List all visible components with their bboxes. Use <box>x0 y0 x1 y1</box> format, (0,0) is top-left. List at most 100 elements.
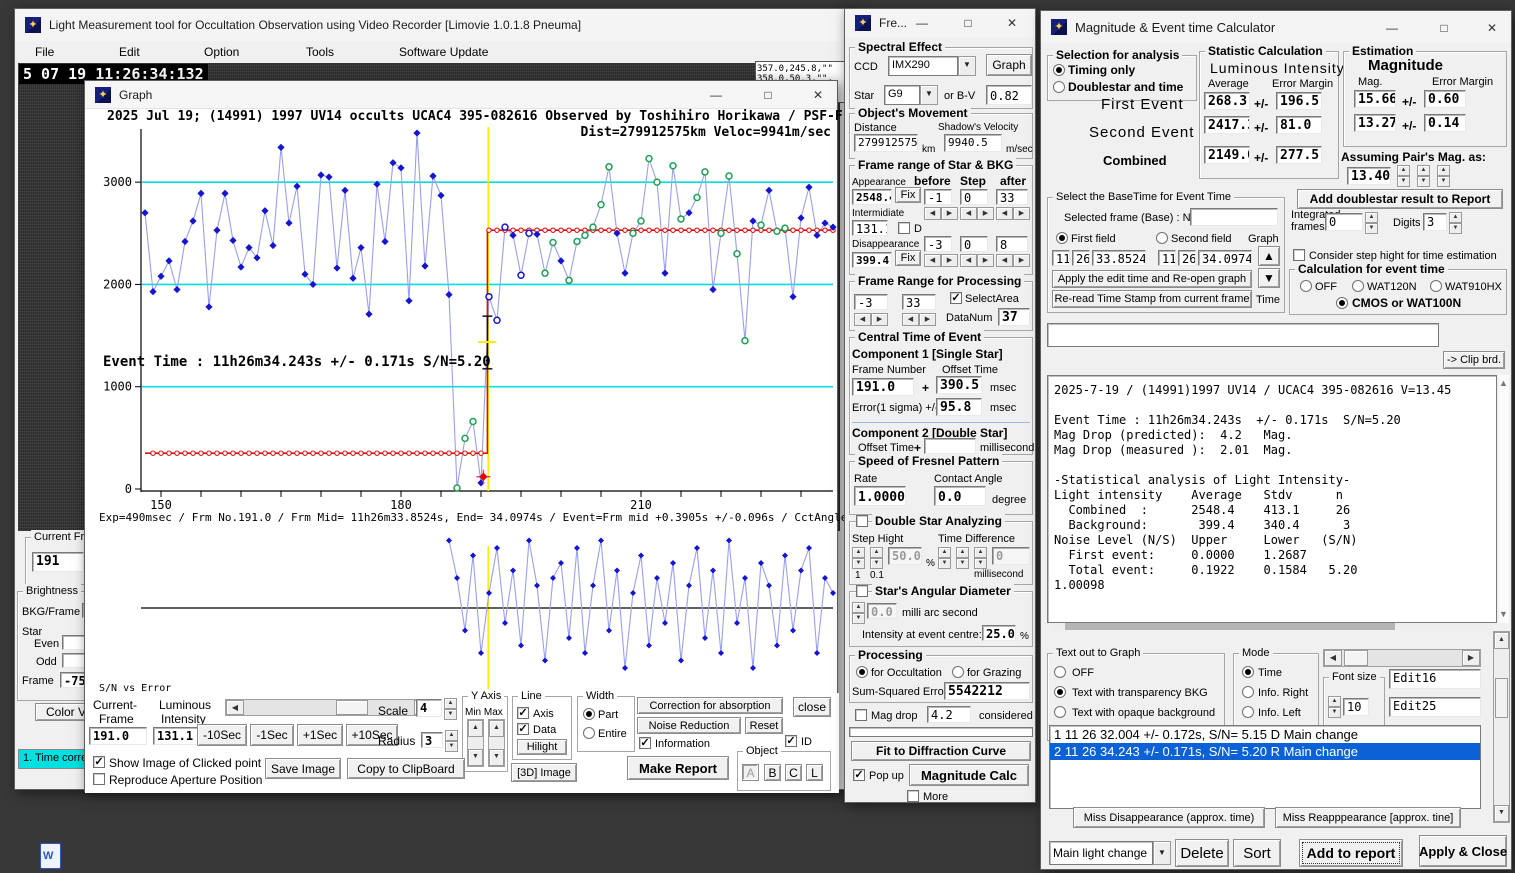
off-radio[interactable] <box>1300 280 1312 292</box>
document-icon[interactable]: W <box>40 843 61 869</box>
event-results-list[interactable]: 1 11 26 32.004 +/- 0.172s, S/N= 5.15 D M… <box>1049 725 1481 809</box>
assuming-pairs-field[interactable]: 13.40 <box>1347 167 1391 185</box>
fit-diffraction-button[interactable]: Fit to Diffraction Curve <box>851 741 1031 761</box>
mag1-field[interactable]: 15.66 <box>1354 90 1396 108</box>
down-arrow-icon[interactable]: ▼ <box>1499 610 1508 619</box>
add-to-report-button[interactable]: Add to report <box>1299 839 1403 867</box>
add-doublestar-button[interactable]: Add doublestar result to Report <box>1297 189 1503 209</box>
calculator-titlebar[interactable]: ✦ Magnitude & Event time Calculator — □ … <box>1041 11 1511 43</box>
rate-field[interactable]: 1.0000 <box>854 486 906 506</box>
offset-time-field[interactable]: 390.5 <box>936 376 982 394</box>
bv-field[interactable]: 0.82 <box>986 85 1032 105</box>
angular-diameter-checkbox[interactable] <box>856 585 868 597</box>
save-image-button[interactable]: Save Image <box>265 758 341 779</box>
reset-button[interactable]: Reset <box>745 717 783 734</box>
before-field[interactable]: -1 <box>924 189 952 205</box>
object-a-button[interactable]: A <box>742 764 759 781</box>
mag1-error-field[interactable]: 0.60 <box>1424 90 1466 108</box>
reproduce-aperture-checkbox[interactable] <box>93 773 105 785</box>
error-sigma-field[interactable]: 95.8 <box>936 398 982 416</box>
integrated-spinner[interactable]: ▲▼ <box>1365 212 1378 232</box>
step-hight-field[interactable]: 50.0 <box>888 547 922 565</box>
scroll-right-icon[interactable]: ▶ <box>1462 650 1480 666</box>
text-off-radio[interactable] <box>1054 666 1066 678</box>
step2-field[interactable]: 0 <box>960 236 988 252</box>
combined-average-field[interactable]: 2149.0 <box>1204 146 1250 164</box>
part-radio[interactable] <box>583 708 595 720</box>
double-star-checkbox[interactable] <box>856 515 868 527</box>
info-right-radio[interactable] <box>1242 686 1254 698</box>
axis-checkbox[interactable] <box>517 707 529 719</box>
minimize-icon[interactable]: — <box>1381 18 1403 38</box>
reread-timestamp-button[interactable]: Re-read Time Stamp from current frame <box>1052 290 1252 308</box>
chevron-down-icon[interactable]: ▼ <box>958 56 976 76</box>
miss-disappearance-button[interactable]: Miss Disappearance (approx. time) <box>1073 807 1265 828</box>
range-end-field[interactable]: 33 <box>902 294 936 310</box>
graph-up-button[interactable]: ▲ <box>1258 246 1280 266</box>
sort-button[interactable]: Sort <box>1233 839 1281 867</box>
object-l-button[interactable]: L <box>806 764 823 781</box>
step-spinner[interactable]: ◀▶ <box>960 207 994 220</box>
transparency-radio[interactable] <box>1054 686 1066 698</box>
minimize-icon[interactable]: — <box>911 13 933 33</box>
clip-board-button[interactable]: -> Clip brd. <box>1443 351 1505 369</box>
current-frame-main-field[interactable]: 191 <box>32 552 84 572</box>
before2-spinner[interactable]: ◀▶ <box>924 254 958 267</box>
opaque-radio[interactable] <box>1054 706 1066 718</box>
radius-spinner[interactable]: ▲▼ <box>445 730 458 750</box>
show-image-checkbox[interactable] <box>93 756 105 768</box>
down-arrow-icon[interactable]: ▼ <box>468 749 483 766</box>
offset-time2-field[interactable] <box>924 438 976 454</box>
menu-edit[interactable]: Edit <box>119 46 140 58</box>
ccd-combo[interactable]: IMX290▼ <box>888 56 976 76</box>
disappearance-fix-button[interactable]: Fix <box>895 250 921 266</box>
graph-titlebar[interactable]: ✦ Graph — □ ✕ <box>85 81 837 109</box>
ymin-scrollbar[interactable]: ▲ ▼ <box>467 719 484 767</box>
integrated-frames-field[interactable]: 0 <box>1325 213 1363 231</box>
time-diff-spinner2[interactable]: ▲▼ <box>956 547 969 567</box>
first-event-average-field[interactable]: 268.3 <box>1204 92 1250 110</box>
3d-image-button[interactable]: [3D] Image <box>511 763 577 782</box>
first-field-radio[interactable] <box>1056 232 1068 244</box>
scale-field[interactable]: 4 <box>416 699 442 717</box>
maximize-icon[interactable]: □ <box>757 85 779 105</box>
frame-number-field[interactable]: 191.0 <box>852 378 914 396</box>
miss-reappearance-button[interactable]: Miss Reapppearance [approx. tine] <box>1275 807 1461 828</box>
close-button[interactable]: close <box>793 697 831 717</box>
angular-spinner[interactable]: ▲▼ <box>852 602 865 622</box>
digits-spinner[interactable]: ▲▼ <box>1449 212 1462 232</box>
time2-ss[interactable]: 34.0974 <box>1198 250 1252 266</box>
spectral-graph-button[interactable]: Graph <box>986 54 1032 76</box>
light-change-combo[interactable]: Main light change▼ <box>1049 841 1171 865</box>
time-diff-field[interactable]: 0 <box>992 547 1030 565</box>
font-size-field[interactable]: 10 <box>1343 698 1369 716</box>
doublestar-time-radio[interactable] <box>1053 81 1065 93</box>
id-checkbox[interactable] <box>785 735 797 747</box>
angular-field[interactable]: 0.0 <box>867 603 897 619</box>
up-arrow-icon[interactable]: ▲ <box>1494 632 1509 649</box>
minus-10sec-button[interactable]: -10Sec <box>197 724 247 746</box>
radius-field[interactable]: 3 <box>421 732 443 748</box>
scale-spinner[interactable]: ▲▼ <box>444 698 457 718</box>
more-checkbox[interactable] <box>907 790 919 802</box>
appearance-field[interactable]: 2548.4 <box>852 189 892 205</box>
step-hight-spinner1[interactable]: ▲▼ <box>852 547 865 567</box>
second-event-average-field[interactable]: 2417.3 <box>1204 116 1250 134</box>
intermediate-field[interactable]: 131.1 <box>852 220 888 236</box>
digits-field[interactable]: 3 <box>1423 213 1447 231</box>
fresnel-titlebar[interactable]: ✦ Fre... — □ ✕ <box>845 9 1035 37</box>
make-report-button[interactable]: Make Report <box>627 756 729 780</box>
font-size-spinner[interactable]: ▲▼ <box>1328 696 1341 718</box>
star-type-combo[interactable]: G9▼ <box>884 85 938 105</box>
range-end-spinner[interactable]: ◀▶ <box>902 313 936 326</box>
main-titlebar[interactable]: ✦ Light Measurement tool for Occultation… <box>15 9 854 41</box>
graph-down-button[interactable]: ▼ <box>1258 268 1280 288</box>
scroll-left-icon[interactable]: ◀ <box>226 700 244 715</box>
appearance-fix-button[interactable]: Fix <box>895 187 921 203</box>
delete-button[interactable]: Delete <box>1175 839 1229 867</box>
assuming-spinner1[interactable]: ▲▼ <box>1397 165 1410 187</box>
scroll-thumb[interactable] <box>1065 623 1395 630</box>
distance-field[interactable]: 279912575 <box>854 134 918 152</box>
result-row-selected[interactable]: 2 11 26 34.243 +/- 0.171s, S/N= 5.20 R M… <box>1050 743 1480 760</box>
range-start-spinner[interactable]: ◀▶ <box>854 313 888 326</box>
